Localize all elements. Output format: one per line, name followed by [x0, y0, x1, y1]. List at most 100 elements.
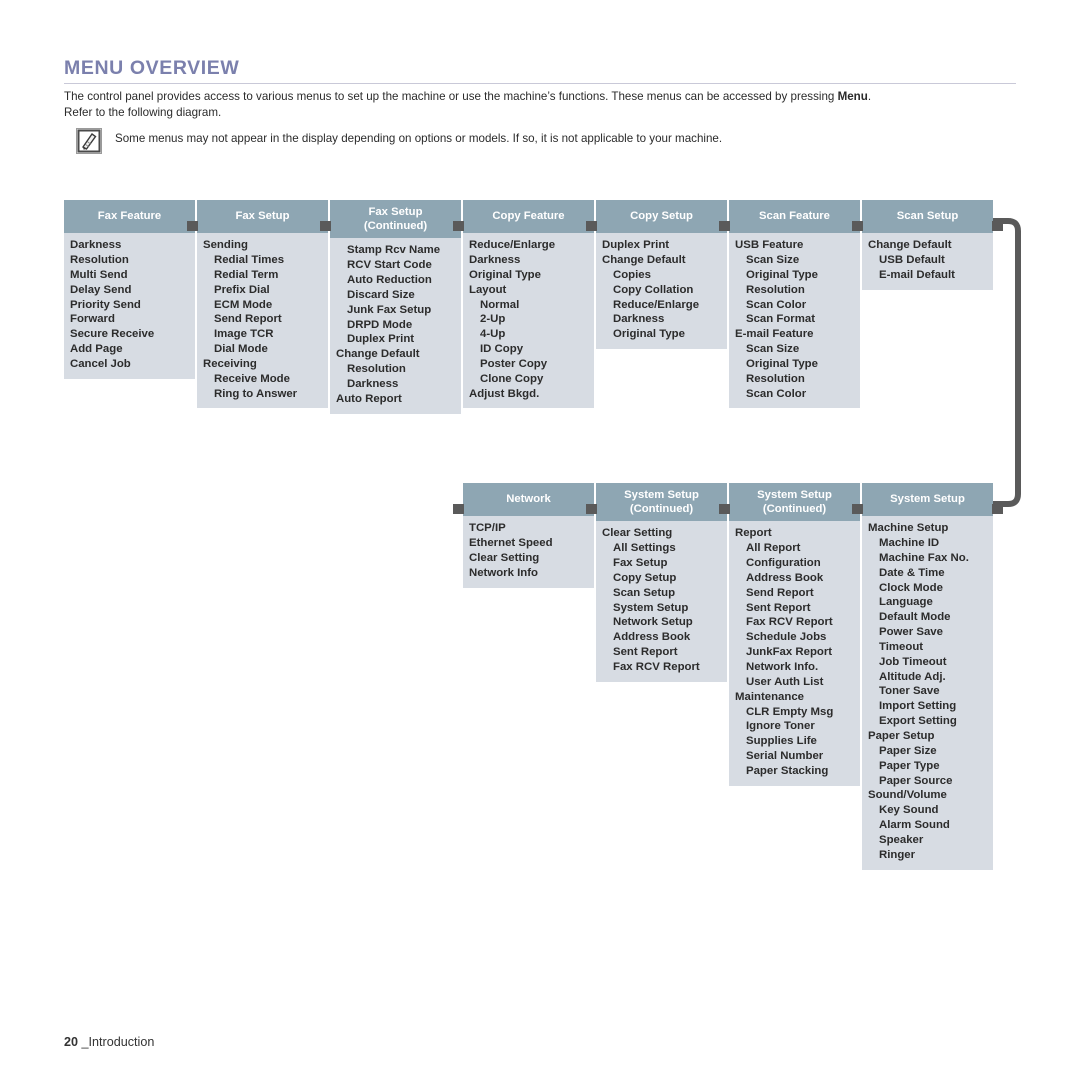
menu-item[interactable]: Auto Reduction: [330, 273, 461, 288]
menu-item[interactable]: Key Sound: [862, 803, 993, 818]
menu-item[interactable]: Reduce/Enlarge: [596, 298, 727, 313]
menu-item[interactable]: E-mail Default: [862, 268, 993, 283]
menu-item[interactable]: DRPD Mode: [330, 318, 461, 333]
menu-item[interactable]: ECM Mode: [197, 298, 328, 313]
menu-item[interactable]: Fax RCV Report: [729, 615, 860, 630]
menu-item[interactable]: ID Copy: [463, 342, 594, 357]
menu-item[interactable]: Paper Stacking: [729, 764, 860, 779]
menu-item[interactable]: Power Save: [862, 625, 993, 640]
menu-item[interactable]: Report: [729, 526, 860, 541]
menu-item[interactable]: Cancel Job: [64, 357, 195, 372]
menu-item[interactable]: Redial Term: [197, 268, 328, 283]
menu-item[interactable]: Delay Send: [64, 283, 195, 298]
menu-item[interactable]: Duplex Print: [330, 332, 461, 347]
menu-item[interactable]: Date & Time: [862, 566, 993, 581]
menu-column-header[interactable]: Copy Feature: [463, 200, 594, 234]
menu-item[interactable]: Resolution: [729, 372, 860, 387]
menu-item[interactable]: Original Type: [729, 357, 860, 372]
menu-item[interactable]: Priority Send: [64, 298, 195, 313]
menu-item[interactable]: Discard Size: [330, 288, 461, 303]
menu-item[interactable]: Ringer: [862, 848, 993, 863]
menu-item[interactable]: Dial Mode: [197, 342, 328, 357]
menu-item[interactable]: Copy Setup: [596, 571, 727, 586]
menu-item[interactable]: Sent Report: [596, 645, 727, 660]
menu-item[interactable]: Network Setup: [596, 615, 727, 630]
menu-item[interactable]: Poster Copy: [463, 357, 594, 372]
menu-item[interactable]: Scan Size: [729, 342, 860, 357]
menu-item[interactable]: Alarm Sound: [862, 818, 993, 833]
menu-item[interactable]: Darkness: [330, 377, 461, 392]
menu-item[interactable]: 2-Up: [463, 312, 594, 327]
menu-item[interactable]: Language: [862, 595, 993, 610]
menu-item[interactable]: Stamp Rcv Name: [330, 243, 461, 258]
menu-column-header[interactable]: System Setup (Continued): [729, 483, 860, 522]
menu-item[interactable]: Ethernet Speed: [463, 536, 594, 551]
menu-column-header[interactable]: Scan Setup: [862, 200, 993, 234]
menu-item[interactable]: Serial Number: [729, 749, 860, 764]
menu-item[interactable]: Copy Collation: [596, 283, 727, 298]
menu-item[interactable]: Duplex Print: [596, 238, 727, 253]
menu-column-header[interactable]: System Setup (Continued): [596, 483, 727, 522]
menu-item[interactable]: Ring to Answer: [197, 387, 328, 402]
menu-item[interactable]: Receive Mode: [197, 372, 328, 387]
menu-item[interactable]: Original Type: [729, 268, 860, 283]
menu-item[interactable]: System Setup: [596, 601, 727, 616]
menu-item[interactable]: Send Report: [197, 312, 328, 327]
menu-item[interactable]: Adjust Bkgd.: [463, 387, 594, 402]
menu-item[interactable]: Address Book: [596, 630, 727, 645]
menu-item[interactable]: Machine ID: [862, 536, 993, 551]
menu-item[interactable]: Layout: [463, 283, 594, 298]
menu-item[interactable]: Scan Size: [729, 253, 860, 268]
menu-item[interactable]: Machine Setup: [862, 521, 993, 536]
menu-item[interactable]: Forward: [64, 312, 195, 327]
menu-item[interactable]: Network Info: [463, 566, 594, 581]
menu-item[interactable]: Schedule Jobs: [729, 630, 860, 645]
menu-item[interactable]: Address Book: [729, 571, 860, 586]
menu-column-header[interactable]: Scan Feature: [729, 200, 860, 234]
menu-item[interactable]: Toner Save: [862, 684, 993, 699]
menu-item[interactable]: Original Type: [596, 327, 727, 342]
menu-item[interactable]: Sound/Volume: [862, 788, 993, 803]
menu-item[interactable]: TCP/IP: [463, 521, 594, 536]
menu-item[interactable]: RCV Start Code: [330, 258, 461, 273]
menu-column-header[interactable]: Copy Setup: [596, 200, 727, 234]
menu-item[interactable]: Fax RCV Report: [596, 660, 727, 675]
menu-item[interactable]: Change Default: [596, 253, 727, 268]
menu-item[interactable]: Prefix Dial: [197, 283, 328, 298]
menu-item[interactable]: Paper Size: [862, 744, 993, 759]
menu-item[interactable]: Default Mode: [862, 610, 993, 625]
menu-item[interactable]: Clock Mode: [862, 581, 993, 596]
menu-item[interactable]: E-mail Feature: [729, 327, 860, 342]
menu-item[interactable]: Copies: [596, 268, 727, 283]
menu-column-header[interactable]: Network: [463, 483, 594, 517]
menu-item[interactable]: 4-Up: [463, 327, 594, 342]
menu-item[interactable]: All Report: [729, 541, 860, 556]
menu-item[interactable]: Clear Setting: [463, 551, 594, 566]
menu-item[interactable]: Network Info.: [729, 660, 860, 675]
menu-item[interactable]: CLR Empty Msg: [729, 705, 860, 720]
menu-item[interactable]: Junk Fax Setup: [330, 303, 461, 318]
menu-item[interactable]: Scan Setup: [596, 586, 727, 601]
menu-item[interactable]: Job Timeout: [862, 655, 993, 670]
menu-item[interactable]: Darkness: [463, 253, 594, 268]
menu-item[interactable]: JunkFax Report: [729, 645, 860, 660]
menu-item[interactable]: Paper Type: [862, 759, 993, 774]
menu-item[interactable]: Supplies Life: [729, 734, 860, 749]
menu-item[interactable]: Fax Setup: [596, 556, 727, 571]
menu-item[interactable]: Image TCR: [197, 327, 328, 342]
menu-item[interactable]: Scan Format: [729, 312, 860, 327]
menu-item[interactable]: Sending: [197, 238, 328, 253]
menu-item[interactable]: Timeout: [862, 640, 993, 655]
menu-item[interactable]: Sent Report: [729, 601, 860, 616]
menu-item[interactable]: Clear Setting: [596, 526, 727, 541]
menu-item[interactable]: Normal: [463, 298, 594, 313]
menu-column-header[interactable]: System Setup: [862, 483, 993, 517]
menu-item[interactable]: Change Default: [862, 238, 993, 253]
menu-item[interactable]: Ignore Toner: [729, 719, 860, 734]
menu-item[interactable]: Add Page: [64, 342, 195, 357]
menu-item[interactable]: Change Default: [330, 347, 461, 362]
menu-item[interactable]: Redial Times: [197, 253, 328, 268]
menu-column-header[interactable]: Fax Setup (Continued): [330, 200, 461, 239]
menu-item[interactable]: Scan Color: [729, 298, 860, 313]
menu-item[interactable]: Altitude Adj.: [862, 670, 993, 685]
